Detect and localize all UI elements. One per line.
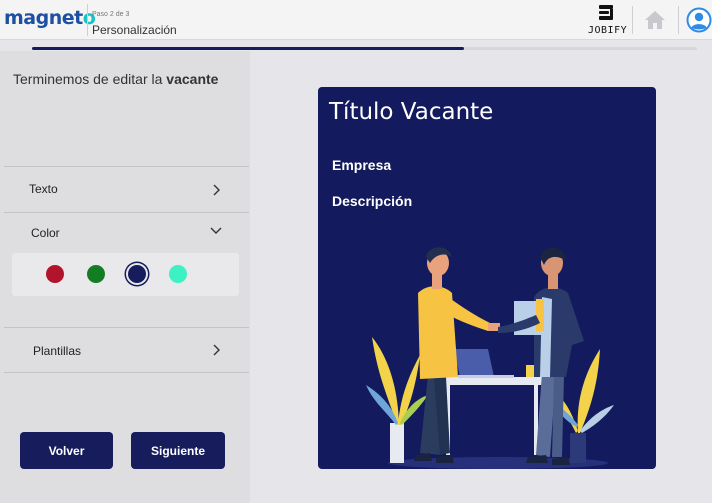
editor-panel: Terminemos de editar la vacante Texto Co… [0,51,250,503]
preview-company: Empresa [332,157,392,173]
panel-title-prefix: Terminemos de editar la [13,71,167,87]
user-avatar-icon[interactable] [686,7,712,33]
section-divider [4,372,249,373]
jobify-logo-icon[interactable]: JOBIFY [588,3,628,37]
app-header: magneto Paso 2 de 3 Personalización JOBI… [0,0,712,40]
section-label: Texto [29,182,58,196]
step-title: Personalización [92,23,177,37]
color-swatch-navy[interactable] [128,265,146,283]
chevron-down-icon [210,227,222,234]
section-plantillas[interactable]: Plantillas [4,328,249,372]
back-button[interactable]: Volver [20,432,113,469]
vacancy-preview-card: Título Vacante Empresa Descripción [318,87,656,469]
step-indicator: Paso 2 de 3 [92,11,130,18]
preview-description: Descripción [332,193,413,209]
color-palette [12,253,239,296]
chevron-right-icon [213,344,220,356]
header-divider [678,6,679,34]
color-swatch-green[interactable] [87,265,105,283]
color-swatch-mint[interactable] [169,265,187,283]
section-color[interactable]: Color [4,213,249,257]
handshake-illustration [366,247,614,469]
header-divider [632,6,633,34]
panel-title-bold: vacante [166,71,219,87]
section-label: Color [31,226,60,240]
header-divider [87,4,88,36]
color-swatch-red[interactable] [46,265,64,283]
chevron-right-icon [213,184,220,196]
home-icon[interactable] [642,8,668,32]
preview-title: Título Vacante [329,99,494,125]
next-button[interactable]: Siguiente [131,432,225,469]
progress-bar [32,47,697,50]
progress-bar-fill [32,47,465,50]
section-label: Plantillas [33,344,82,358]
section-texto[interactable]: Texto [4,167,249,211]
jobify-label: JOBIFY [588,25,628,36]
panel-title: Terminemos de editar la vacante [13,71,218,87]
magneto-logo[interactable]: magneto [4,7,96,29]
